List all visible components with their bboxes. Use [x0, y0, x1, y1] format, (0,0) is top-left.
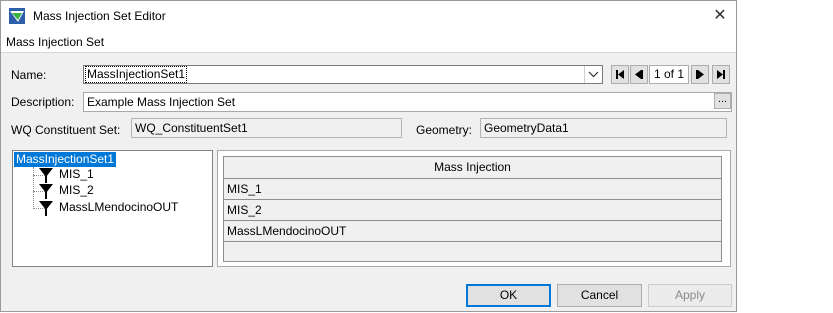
- mass-injection-icon: [39, 184, 53, 199]
- tree-root-item[interactable]: MassInjectionSet1: [14, 152, 117, 167]
- geometry-field: GeometryData1: [480, 118, 727, 138]
- table-row[interactable]: MIS_1: [224, 179, 721, 200]
- menu-mass-injection-set[interactable]: Mass Injection Set: [6, 35, 104, 49]
- first-record-button[interactable]: [611, 65, 629, 84]
- name-label: Name:: [11, 68, 47, 82]
- name-combobox[interactable]: MassInjectionSet1: [83, 65, 603, 84]
- mass-injection-icon: [39, 201, 53, 216]
- chevron-down-icon: [588, 71, 599, 78]
- last-record-button[interactable]: [712, 65, 730, 84]
- next-record-button[interactable]: [691, 65, 709, 84]
- dropdown-button[interactable]: [584, 66, 602, 83]
- mass-injection-table: Mass Injection MIS_1 MIS_2 MassLMendocin…: [223, 156, 722, 262]
- cancel-button[interactable]: Cancel: [557, 284, 642, 307]
- apply-button[interactable]: Apply: [648, 284, 732, 307]
- tree-item[interactable]: MassLMendocinoOUT: [59, 200, 178, 215]
- close-icon: ✕: [713, 7, 727, 24]
- app-icon: [9, 8, 25, 24]
- description-label: Description:: [11, 95, 75, 109]
- title-bar: Mass Injection Set Editor ✕: [1, 1, 736, 32]
- mass-injection-table-panel: Mass Injection MIS_1 MIS_2 MassLMendocin…: [217, 150, 731, 267]
- next-record-icon: [696, 70, 704, 79]
- last-record-icon: [717, 70, 725, 79]
- geometry-label: Geometry:: [416, 123, 473, 137]
- mass-injection-icon: [39, 168, 53, 183]
- previous-record-button[interactable]: [630, 65, 648, 84]
- wq-constituent-set-label: WQ Constituent Set:: [11, 123, 121, 137]
- record-position-indicator: 1 of 1: [649, 65, 689, 84]
- table-row[interactable]: MIS_2: [224, 200, 721, 221]
- tree-item[interactable]: MIS_1: [59, 167, 94, 182]
- mass-injection-tree[interactable]: MassInjectionSet1 MIS_1 MIS_2 MassLMendo…: [12, 150, 213, 267]
- ok-button[interactable]: OK: [466, 284, 551, 307]
- mass-injection-set-editor-window: Mass Injection Set Editor ✕ Mass Injecti…: [0, 0, 737, 312]
- wq-constituent-set-field: WQ_ConstituentSet1: [131, 118, 402, 138]
- previous-record-icon: [635, 70, 643, 79]
- table-header-mass-injection[interactable]: Mass Injection: [224, 157, 721, 179]
- close-button[interactable]: ✕: [705, 4, 735, 28]
- first-record-icon: [616, 70, 624, 79]
- tree-connector: [33, 167, 34, 209]
- menu-bar: Mass Injection Set: [1, 32, 736, 53]
- window-title: Mass Injection Set Editor: [33, 9, 166, 23]
- table-row[interactable]: MassLMendocinoOUT: [224, 221, 721, 242]
- description-field[interactable]: Example Mass Injection Set: [83, 92, 732, 112]
- name-value: MassInjectionSet1: [84, 66, 188, 83]
- tree-item[interactable]: MIS_2: [59, 183, 94, 198]
- description-edit-button[interactable]: ...: [714, 93, 731, 109]
